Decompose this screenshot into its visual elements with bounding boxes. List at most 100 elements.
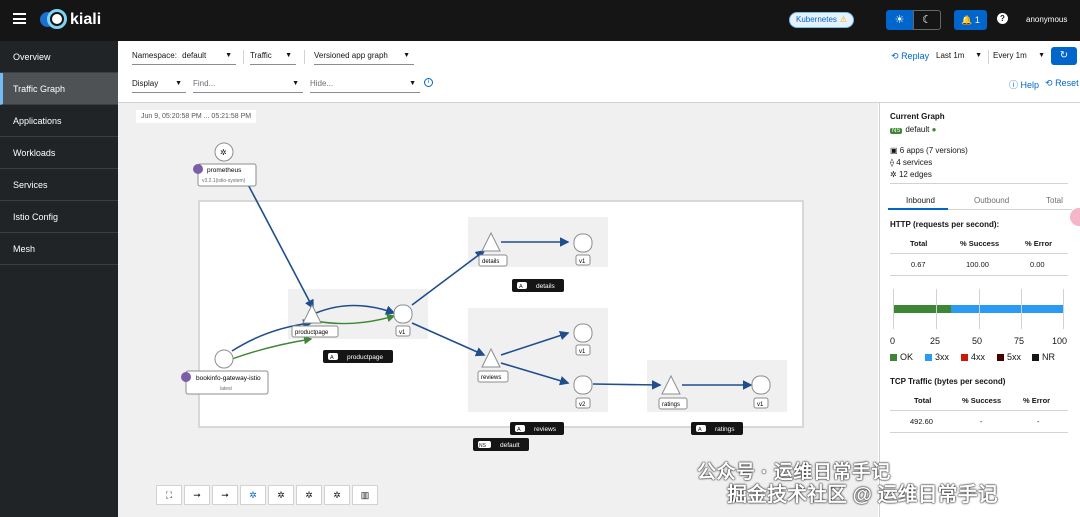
reviews-v1-node[interactable] [573,323,593,343]
productpage-label: productpage [295,330,329,336]
masthead: kiali Kubernetes ⚠ ☀ ☾ 🔔 1 ? anonymous [0,0,1080,41]
info-icon[interactable]: i [424,78,433,87]
http-header-success: % Success [960,239,1000,248]
sidebar-item-mesh[interactable]: Mesh [0,233,118,265]
legend-nr: NR [1032,352,1055,362]
reviews-box-label: reviews [534,426,557,433]
tab-inbound[interactable]: Inbound [906,196,935,205]
graph-type-select[interactable]: Versioned app graph ▼ [314,47,414,65]
help-button[interactable]: ⓘ Help [1009,78,1039,91]
productpage-v1-node[interactable] [393,304,413,324]
sun-icon: ☀ [894,14,905,26]
apps-stat: ▣ 6 apps (7 versions) [890,146,968,155]
tab-total[interactable]: Total [1046,196,1063,205]
axis-tick-50: 50 [972,336,983,346]
tcp-error: - [1037,417,1040,426]
sidebar-item-traffic-graph[interactable]: Traffic Graph [0,73,118,105]
reset-icon: ⟲ [1045,78,1053,88]
duration-select[interactable]: Last 1m ▼ [936,47,986,65]
notifications-button[interactable]: 🔔 1 [954,10,987,30]
app-badge: A [517,427,521,433]
layout-3-icon[interactable]: ✲ [324,485,350,505]
ratings-v1-label: v1 [757,402,764,408]
gateway-node[interactable] [214,349,234,369]
hide-input[interactable]: Hide... ▼ [310,75,420,93]
help-label: Help [1020,80,1040,90]
cluster-badge[interactable]: Kubernetes ⚠ [789,12,855,28]
axis-tick-75: 75 [1014,336,1025,346]
layout-default-icon[interactable]: ✲ [240,485,266,505]
chevron-down-icon: ▼ [403,52,410,59]
sidebar-item-services[interactable]: Services [0,169,118,201]
tcp-title: TCP Traffic (bytes per second) [890,377,1006,386]
namespace-select[interactable]: Namespace: default ▼ [132,47,236,65]
legend-5xx: 5xx [997,352,1021,362]
reviews-v1-label: v1 [579,349,586,355]
ratings-box-label: ratings [715,426,735,433]
tcp-total: 492.60 [910,417,933,426]
service-entry-icon: ✲ [220,148,227,157]
axis-tick-100: 100 [1052,336,1068,346]
prometheus-version: v3.2.1(istio-system) [202,178,246,184]
chevron-down-icon: ▼ [285,52,292,59]
ratings-v1-node[interactable] [751,375,771,395]
istio-icon [193,164,203,174]
sidebar-item-applications[interactable]: Applications [0,105,118,137]
find-input[interactable]: Find... ▼ [193,75,303,93]
watermark-line-2: 掘金技术社区 @ 运维日常手记 [727,484,998,506]
replay-button[interactable]: ⟲ Replay [891,47,929,65]
legend-map-icon[interactable]: ▥ [352,485,378,505]
brand-name: kiali [70,11,102,28]
duration-value: Last 1m [936,51,965,60]
fit-to-screen-icon[interactable]: ⛶ [156,485,182,505]
traffic-select[interactable]: Traffic ▼ [250,47,296,65]
chevron-down-icon: ▼ [1038,52,1045,59]
traffic-tabs: Inbound Outbound Total [888,192,1072,210]
reviews-v2-node[interactable] [573,375,593,395]
chevron-down-icon: ▼ [225,52,232,59]
tcp-header-error: % Error [1023,396,1051,405]
layout-arrow-2-icon[interactable]: ➞ [212,485,238,505]
hide-placeholder: Hide... [310,79,334,88]
refresh-button[interactable]: ↻ [1051,47,1077,65]
sidebar-item-istio-config[interactable]: Istio Config [0,201,118,233]
help-icon[interactable]: ? [997,13,1008,24]
dark-theme-button[interactable]: ☾ [913,10,941,30]
box-label-reviews: A reviews [510,422,564,435]
istio-icon [181,372,191,382]
tab-outbound[interactable]: Outbound [974,196,1009,205]
ns-badge: NS [890,128,903,134]
graph-toolbar-bottom: ⛶ ➞ ➞ ✲ ✲ ✲ ✲ ▥ [156,485,380,505]
bar-gridlines [893,289,1064,329]
menu-toggle-icon[interactable] [13,13,26,24]
display-select[interactable]: Display ▼ [132,75,186,93]
reset-button[interactable]: ⟲ Reset [1045,78,1079,89]
edges-text: 12 edges [898,170,932,179]
user-menu[interactable]: anonymous [1026,15,1067,24]
http-header-error: % Error [1025,239,1053,248]
edge-v2-ratings[interactable] [592,380,662,390]
tcp-header-success: % Success [962,396,1002,405]
light-theme-button[interactable]: ☀ [886,10,913,30]
box-label-details: A details [512,279,564,292]
replay-label: Replay [901,51,930,61]
active-tab-indicator [888,208,948,210]
graph-toolbar: Namespace: default ▼ Traffic ▼ Versioned… [118,41,1080,103]
details-v1-node[interactable] [573,233,593,253]
layout-2-icon[interactable]: ✲ [296,485,322,505]
sidebar-item-overview[interactable]: Overview [0,41,118,73]
refresh-interval-select[interactable]: Every 1m ▼ [993,47,1049,65]
namespace-box-label: default [500,442,520,449]
layout-1-icon[interactable]: ✲ [268,485,294,505]
legend-3xx: 3xx [925,352,949,362]
productpage-box-label: productpage [347,354,384,361]
http-title: HTTP (requests per second): [890,220,1000,229]
warning-icon: ⚠ [839,15,848,24]
graph-canvas[interactable]: Jun 9, 05:20:58 PM ... 05:21:58 PM ✲ pro… [118,103,878,517]
layout-arrow-icon[interactable]: ➞ [184,485,210,505]
services-icon: ⟠ [890,158,894,167]
legend-ok: OK [890,352,913,362]
sidebar-item-workloads[interactable]: Workloads [0,137,118,169]
edges-icon: ✲ [890,170,897,179]
reviews-v2-label: v2 [579,402,586,408]
